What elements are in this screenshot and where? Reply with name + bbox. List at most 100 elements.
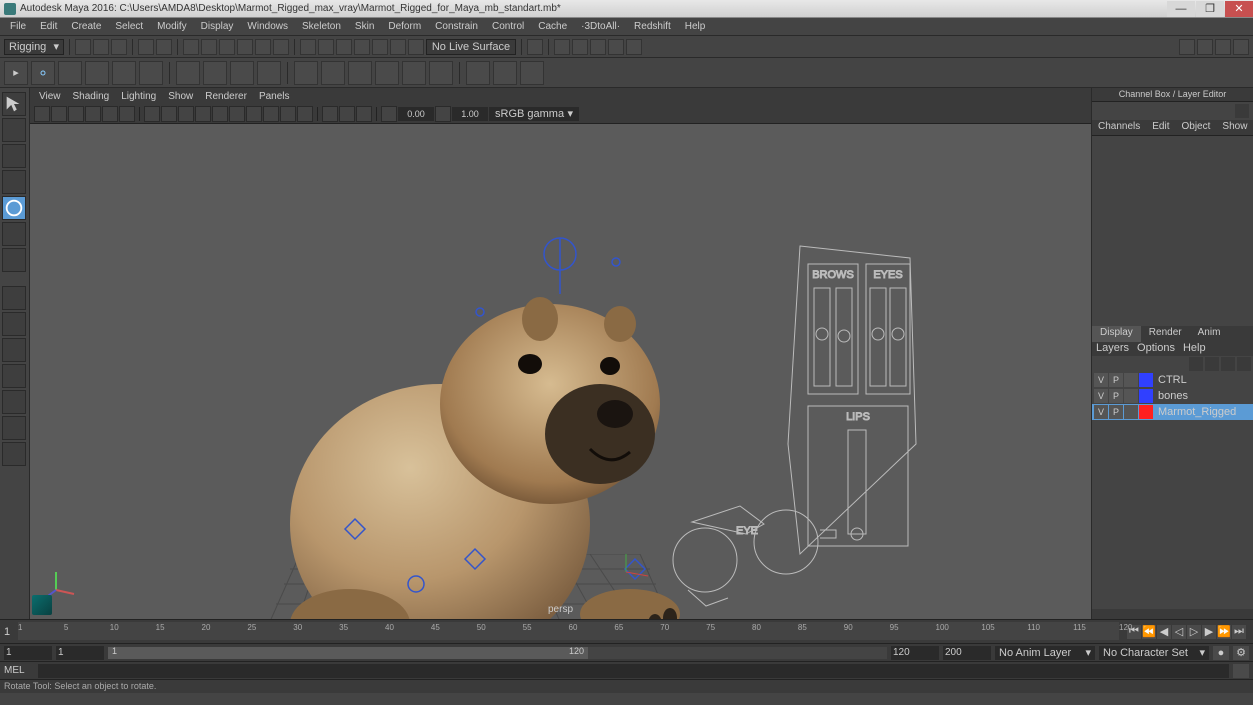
vp-use-lights-button[interactable] <box>229 106 245 122</box>
layer-playback-toggle[interactable]: P <box>1109 405 1123 419</box>
joint-tool-button[interactable] <box>31 61 55 85</box>
menu-create[interactable]: Create <box>65 19 107 34</box>
layer-visibility-toggle[interactable]: V <box>1094 389 1108 403</box>
script-editor-button[interactable] <box>1233 664 1249 678</box>
humanik-button[interactable] <box>520 61 544 85</box>
menu-skin[interactable]: Skin <box>349 19 380 34</box>
select-tool-button[interactable] <box>2 92 26 116</box>
channel-tab-channels[interactable]: Channels <box>1092 120 1146 135</box>
vp-motion-blur-button[interactable] <box>280 106 296 122</box>
menu-display[interactable]: Display <box>195 19 240 34</box>
layer-color-swatch[interactable] <box>1139 373 1153 387</box>
menu-skeleton[interactable]: Skeleton <box>296 19 347 34</box>
save-scene-button[interactable] <box>111 39 127 55</box>
vp-ao-button[interactable] <box>263 106 279 122</box>
rig-controls[interactable] <box>260 224 720 619</box>
menu-modify[interactable]: Modify <box>151 19 192 34</box>
select-joints-button[interactable] <box>255 39 271 55</box>
last-tool-button[interactable] <box>2 248 26 272</box>
ik-handle-button[interactable] <box>176 61 200 85</box>
live-surface-dropdown[interactable]: No Live Surface <box>426 39 516 55</box>
vp-colorspace-dropdown[interactable]: sRGB gamma▾ <box>489 107 579 121</box>
prefs-button[interactable]: ⚙ <box>1233 646 1249 660</box>
layer-tab-render[interactable]: Render <box>1141 326 1190 342</box>
rotate-tool-button[interactable] <box>2 196 26 220</box>
channel-tab-show[interactable]: Show <box>1216 120 1253 135</box>
ui-toggle-1-button[interactable] <box>1179 39 1195 55</box>
vp-gate-mask-button[interactable] <box>161 106 177 122</box>
vp-xray-joints-button[interactable] <box>356 106 372 122</box>
constraint-point-button[interactable] <box>466 61 490 85</box>
bind-skin-button[interactable] <box>294 61 318 85</box>
menu-redshift[interactable]: Redshift <box>628 19 677 34</box>
vp-antialias-button[interactable] <box>297 106 313 122</box>
module-dropdown[interactable]: Rigging▾ <box>4 39 64 55</box>
vp-menu-show[interactable]: Show <box>163 90 198 103</box>
snap-plane-button[interactable] <box>354 39 370 55</box>
layer-row[interactable]: V P CTRL <box>1092 372 1253 388</box>
layer-tab-display[interactable]: Display <box>1092 326 1141 342</box>
layer-display-toggle[interactable] <box>1124 389 1138 403</box>
channel-tab-edit[interactable]: Edit <box>1146 120 1175 135</box>
vp-smooth-shade-button[interactable] <box>195 106 211 122</box>
go-to-end-button[interactable]: ⏭ <box>1232 625 1246 639</box>
time-slider[interactable]: 1 15101520253035404550556065707580859095… <box>0 619 1253 643</box>
lasso-tool-button[interactable] <box>2 118 26 142</box>
step-forward-frame-button[interactable]: ▶ <box>1202 625 1216 639</box>
layer-down-button[interactable] <box>1205 357 1219 371</box>
command-input[interactable] <box>38 664 1229 678</box>
insert-joint-button[interactable] <box>58 61 82 85</box>
step-forward-key-button[interactable]: ⏩ <box>1217 625 1231 639</box>
channel-display-icon[interactable] <box>1235 104 1249 118</box>
menu-file[interactable]: File <box>4 19 32 34</box>
vp-bookmark-button[interactable] <box>68 106 84 122</box>
time-track[interactable]: 1510152025303540455055606570758085909510… <box>18 622 1119 640</box>
snap-grid-button[interactable] <box>300 39 316 55</box>
ui-toggle-2-button[interactable] <box>1197 39 1213 55</box>
select-curves-button[interactable] <box>273 39 289 55</box>
layer-color-swatch[interactable] <box>1139 389 1153 403</box>
layer-visibility-toggle[interactable]: V <box>1094 405 1108 419</box>
vp-isolate-button[interactable] <box>322 106 338 122</box>
snap-surface-button[interactable] <box>372 39 388 55</box>
vp-shadows-button[interactable] <box>246 106 262 122</box>
graph-editor-button[interactable] <box>2 442 26 466</box>
select-by-hierarchy-button[interactable] <box>183 39 199 55</box>
command-lang-label[interactable]: MEL <box>4 665 34 676</box>
layer-menu-options[interactable]: Options <box>1137 342 1175 356</box>
persp-outliner-button[interactable] <box>2 338 26 362</box>
vp-wireframe-button[interactable] <box>178 106 194 122</box>
menu-deform[interactable]: Deform <box>382 19 427 34</box>
auto-key-button[interactable]: ● <box>1213 646 1229 660</box>
select-by-object-button[interactable] <box>201 39 217 55</box>
layer-playback-toggle[interactable]: P <box>1109 373 1123 387</box>
snap-live-button[interactable] <box>408 39 424 55</box>
face-rig-panel[interactable]: BROWS EYES LIPS <box>670 234 930 619</box>
menu-cache[interactable]: Cache <box>532 19 573 34</box>
range-track[interactable]: 1 120 <box>108 647 887 659</box>
outliner-button[interactable] <box>2 416 26 440</box>
paint-select-tool-button[interactable] <box>2 144 26 168</box>
menu-select[interactable]: Select <box>109 19 149 34</box>
snap-center-button[interactable] <box>390 39 406 55</box>
vp-gamma-icon[interactable] <box>435 106 451 122</box>
viewport[interactable]: BROWS EYES LIPS <box>30 124 1091 619</box>
range-start-inner[interactable]: 1 <box>56 646 104 660</box>
ik-spline-button[interactable] <box>203 61 227 85</box>
layer-playback-toggle[interactable]: P <box>1109 389 1123 403</box>
blend-shape-button[interactable] <box>375 61 399 85</box>
close-button[interactable]: ✕ <box>1225 1 1253 17</box>
ui-toggle-4-button[interactable] <box>1233 39 1249 55</box>
redo-button[interactable] <box>156 39 172 55</box>
select-handles-button[interactable] <box>237 39 253 55</box>
range-end-outer[interactable]: 200 <box>943 646 991 660</box>
maximize-button[interactable]: ❐ <box>1196 1 1224 17</box>
layer-new-button[interactable] <box>1237 357 1251 371</box>
paint-weights-button[interactable] <box>348 61 372 85</box>
menu-constrain[interactable]: Constrain <box>429 19 484 34</box>
vp-exposure-icon[interactable] <box>381 106 397 122</box>
cluster-button[interactable] <box>257 61 281 85</box>
undo-button[interactable] <box>138 39 154 55</box>
layer-color-swatch[interactable] <box>1139 405 1153 419</box>
play-forward-button[interactable]: ▷ <box>1187 625 1201 639</box>
